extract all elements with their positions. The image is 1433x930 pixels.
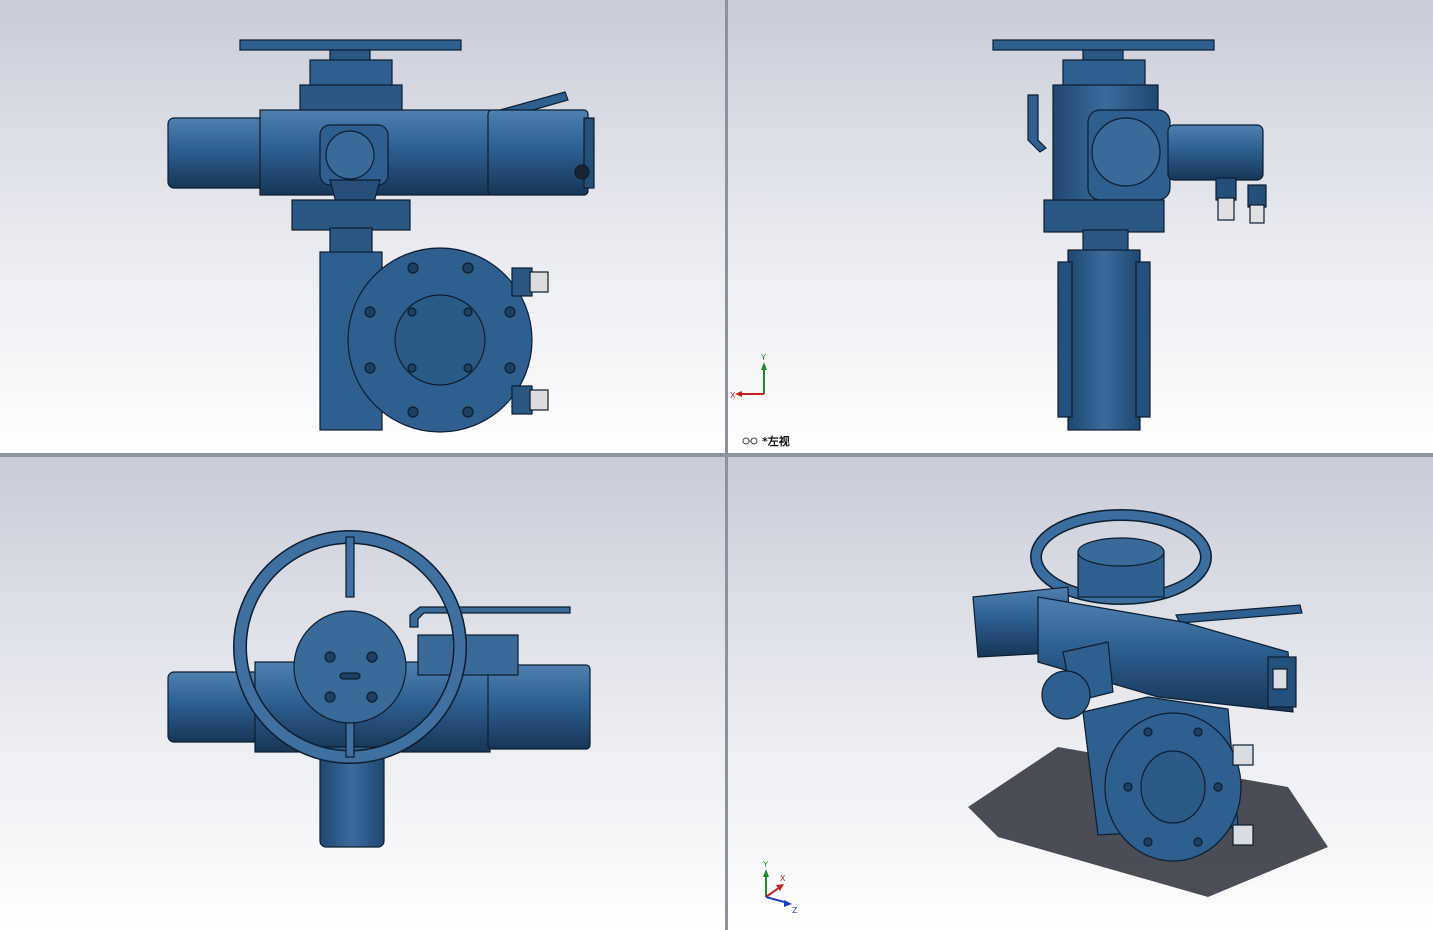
triad-y-label: Y — [760, 353, 766, 362]
iso-view-canvas: Y X Z — [728, 457, 1433, 930]
triad-z-label: Z — [792, 906, 798, 915]
triad-y-label: Y — [762, 860, 768, 869]
viewport-grid: Y X *左视 Y X Z — [0, 0, 1433, 930]
viewport-isometric[interactable]: Y X Z — [728, 457, 1433, 930]
viewport-front[interactable] — [0, 0, 725, 453]
viewport-top[interactable] — [0, 457, 725, 930]
top-view-canvas — [0, 457, 725, 930]
view-orientation-label[interactable]: *左视 — [742, 433, 790, 449]
viewport-left[interactable]: Y X *左视 — [728, 0, 1433, 453]
triad-x-label: X — [730, 391, 736, 400]
glasses-icon — [742, 437, 758, 445]
viewport-splitter-horizontal[interactable] — [0, 453, 1433, 457]
triad-x-label: X — [780, 874, 786, 883]
front-view-canvas — [0, 0, 725, 453]
view-name: *左视 — [762, 435, 790, 448]
viewport-splitter-vertical[interactable] — [725, 0, 728, 930]
left-view-canvas: Y X — [728, 0, 1433, 453]
